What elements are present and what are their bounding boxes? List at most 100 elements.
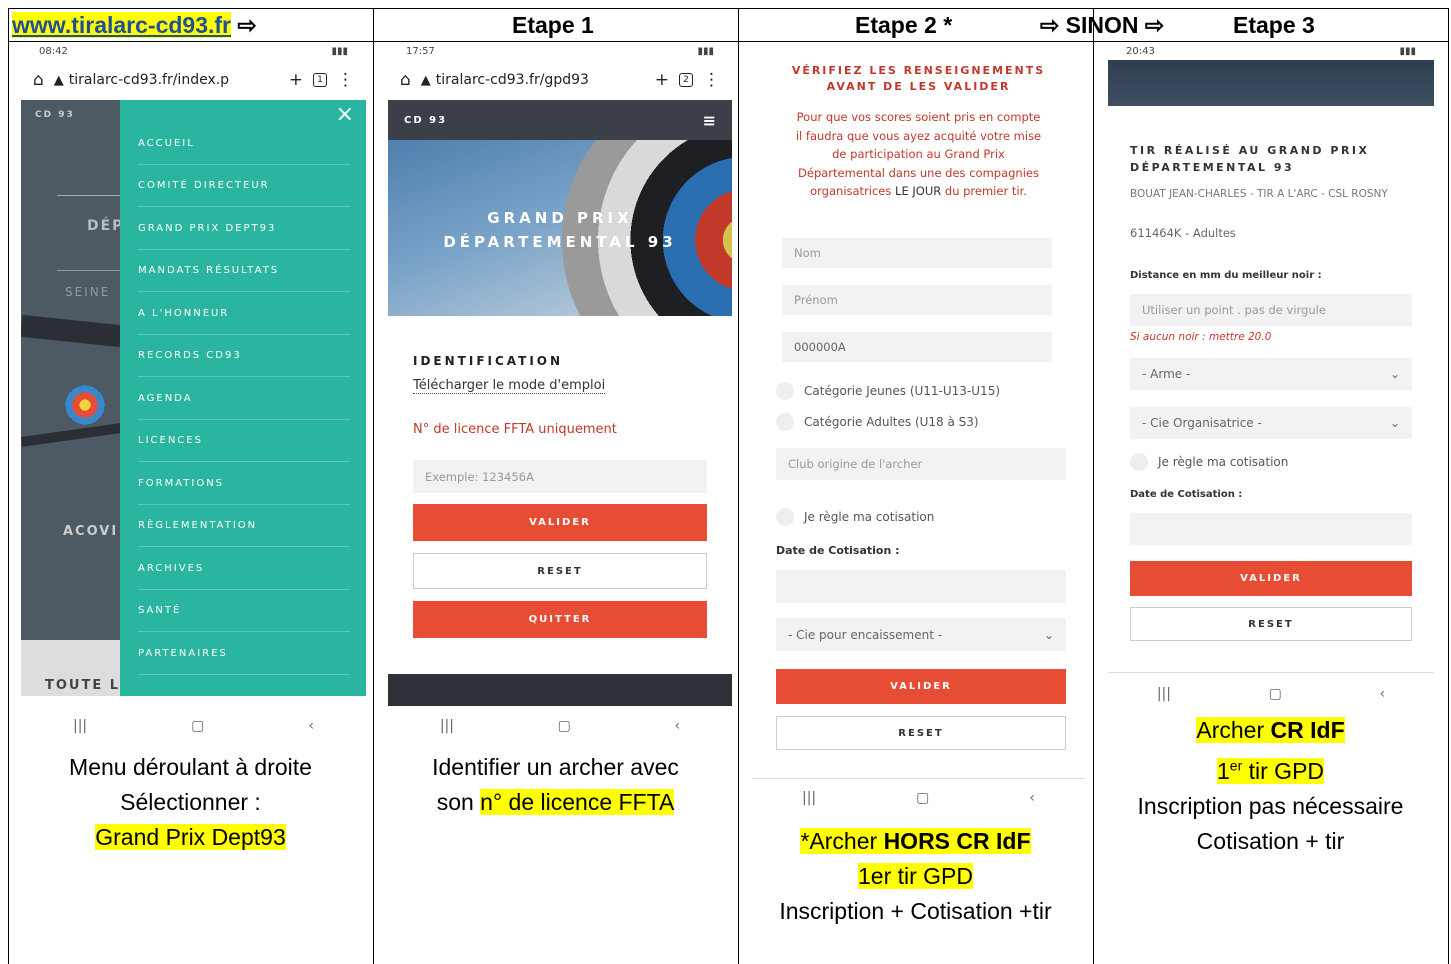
menu-item-sante[interactable]: SANTÉ (120, 590, 366, 633)
menu-item-accueil[interactable]: ACCUEIL (120, 122, 366, 165)
new-tab-icon[interactable]: + (289, 70, 303, 90)
radio-adultes[interactable]: Catégorie Adultes (U18 à S3) (776, 413, 1066, 431)
download-link[interactable]: Télécharger le mode d'emploi (413, 378, 606, 394)
back-icon[interactable]: ‹ (308, 718, 314, 734)
status-time: 17:57 (406, 46, 435, 57)
home-button-icon[interactable]: ▢ (1269, 686, 1282, 702)
distance-input[interactable]: Utiliser un point . pas de virgule (1130, 294, 1412, 326)
status-bar: 17:57 ▮▮▮ (388, 44, 732, 60)
reset-button[interactable]: RESET (1130, 607, 1412, 641)
radio-jeunes[interactable]: Catégorie Jeunes (U11-U13-U15) (776, 382, 1066, 400)
nom-input[interactable]: Nom (782, 238, 1052, 268)
menu-item-grand-prix[interactable]: GRAND PRIX DEPT93 (120, 207, 366, 250)
signal-icon: ▮▮▮ (697, 46, 714, 57)
hero-subtext: SEINE (65, 285, 111, 299)
menu-item-formations[interactable]: FORMATIONS (120, 462, 366, 505)
brand-logo[interactable]: CD 93 (404, 115, 447, 126)
status-time: 20:43 (1126, 46, 1155, 57)
back-icon[interactable]: ‹ (1029, 790, 1035, 806)
menu-item-comite[interactable]: COMITÉ DIRECTEUR (120, 165, 366, 208)
header-sinon: ⇨ SINON ⇨ (1040, 12, 1165, 38)
recents-icon[interactable]: ||| (440, 718, 454, 734)
valider-button[interactable]: VALIDER (776, 669, 1066, 704)
date-label: Date de Cotisation : (776, 544, 900, 557)
table-header-border (8, 41, 1449, 42)
page-background: CD 93 DÉP SEINE ACOVI TOUTE L × ACCUEIL … (21, 100, 366, 696)
menu-item-records[interactable]: RECORDS CD93 (120, 335, 366, 378)
valider-button[interactable]: VALIDER (413, 504, 707, 541)
website-link[interactable]: www.tiralarc-cd93.fr (12, 12, 232, 38)
radio-cotisation[interactable]: Je règle ma cotisation (1130, 453, 1412, 471)
menu-item-reglementation[interactable]: RÈGLEMENTATION (120, 505, 366, 548)
status-bar: 08:42 ▮▮▮ (21, 44, 366, 60)
distance-label: Distance en mm du meilleur noir : (1130, 270, 1322, 281)
radio-circle-icon (776, 508, 794, 526)
radio-circle-icon (776, 382, 794, 400)
arme-select[interactable]: - Arme - ⌄ (1130, 358, 1412, 390)
menu-item-agenda[interactable]: AGENDA (120, 377, 366, 420)
hamburger-icon[interactable]: ≡ (703, 111, 716, 130)
recents-icon[interactable]: ||| (802, 790, 816, 806)
browser-url-bar: ⌂ ▲ tiralarc-cd93.fr/index.p + 1 ⋮ (21, 60, 366, 100)
menu-item-licences[interactable]: LICENCES (120, 420, 366, 463)
reset-button[interactable]: RESET (776, 716, 1066, 750)
header-etape1: Etape 1 (512, 12, 594, 38)
date-input[interactable] (776, 570, 1066, 603)
licence-input[interactable]: Exemple: 123456A (413, 460, 707, 493)
club-input[interactable]: Club origine de l'archer (776, 448, 1066, 480)
warning-title-line: AVANT DE LES VALIDER (826, 80, 1011, 93)
home-icon[interactable]: ⌂ (33, 70, 44, 90)
section-text: TOUTE L (45, 678, 121, 693)
hero-text-2: ACOVI (63, 524, 119, 539)
cie-select[interactable]: - Cie Organisatrice - ⌄ (1130, 407, 1412, 439)
home-button-icon[interactable]: ▢ (191, 718, 204, 734)
reset-button[interactable]: RESET (413, 553, 707, 589)
tir-title: TIR RÉALISÉ AU GRAND PRIX DÉPARTEMENTAL … (1130, 144, 1370, 174)
site-footer (388, 674, 732, 706)
status-time: 08:42 (39, 46, 68, 57)
back-icon[interactable]: ‹ (675, 718, 681, 734)
android-navbar: ||| ▢ ‹ (388, 712, 732, 740)
tab-count-icon[interactable]: 1 (313, 73, 327, 87)
licence-input[interactable]: 000000A (782, 332, 1052, 362)
menu-item-honneur[interactable]: A L'HONNEUR (120, 292, 366, 335)
phone-screenshot-menu: 08:42 ▮▮▮ ⌂ ▲ tiralarc-cd93.fr/index.p + 1… (21, 44, 366, 740)
new-tab-icon[interactable]: + (655, 70, 669, 90)
signal-icon: ▮▮▮ (1399, 46, 1416, 57)
table-col-border (738, 8, 739, 964)
home-icon[interactable]: ⌂ (400, 70, 411, 90)
caption-line: Inscription + Cotisation +tir (779, 898, 1052, 924)
recents-icon[interactable]: ||| (1157, 686, 1171, 702)
hint-text: Si aucun noir : mettre 20.0 (1130, 331, 1272, 343)
url-text[interactable]: tiralarc-cd93.fr/index.p (69, 72, 229, 88)
hero-banner: GRAND PRIX DÉPARTEMENTAL 93 (388, 140, 732, 316)
menu-item-partenaires[interactable]: PARTENAIRES (120, 632, 366, 675)
signal-icon: ▮▮▮ (331, 46, 348, 57)
quitter-button[interactable]: QUITTER (413, 601, 707, 638)
prenom-input[interactable]: Prénom (782, 285, 1052, 315)
kebab-menu-icon[interactable]: ⋮ (703, 70, 720, 90)
home-button-icon[interactable]: ▢ (916, 790, 929, 806)
hero-title-1: GRAND PRIX (487, 209, 633, 227)
warning-icon: ▲ (53, 72, 64, 88)
phone-screenshot-identification: 17:57 ▮▮▮ ⌂ ▲ tiralarc-cd93.fr/gpd93 + 2 ⋮… (388, 44, 732, 740)
table-top-border (8, 8, 1449, 9)
menu-item-archives[interactable]: ARCHIVES (120, 547, 366, 590)
date-input[interactable] (1130, 513, 1412, 545)
tab-count-icon[interactable]: 2 (679, 73, 693, 87)
back-icon[interactable]: ‹ (1380, 686, 1386, 702)
radio-cotisation[interactable]: Je règle ma cotisation (776, 508, 1066, 526)
valider-button[interactable]: VALIDER (1130, 561, 1412, 596)
document-page: www.tiralarc-cd93.fr ⇨ Etape 1 Etape 2 *… (0, 0, 1451, 964)
menu-item-mandats[interactable]: MANDATS RÉSULTATS (120, 250, 366, 293)
target-image (65, 385, 105, 425)
home-button-icon[interactable]: ▢ (558, 718, 571, 734)
cie-select[interactable]: - Cie pour encaissement - ⌄ (776, 618, 1066, 651)
header-etape2: Etape 2 * (855, 12, 953, 38)
kebab-menu-icon[interactable]: ⋮ (337, 70, 354, 90)
recents-icon[interactable]: ||| (73, 718, 87, 734)
radio-circle-icon (1130, 453, 1148, 471)
url-text[interactable]: tiralarc-cd93.fr/gpd93 (436, 72, 589, 88)
browser-url-bar: ⌂ ▲ tiralarc-cd93.fr/gpd93 + 2 ⋮ (388, 60, 732, 100)
phone-screenshot-inscription: VÉRIFIEZ LES RENSEIGNEMENTS AVANT DE LES… (752, 44, 1085, 812)
